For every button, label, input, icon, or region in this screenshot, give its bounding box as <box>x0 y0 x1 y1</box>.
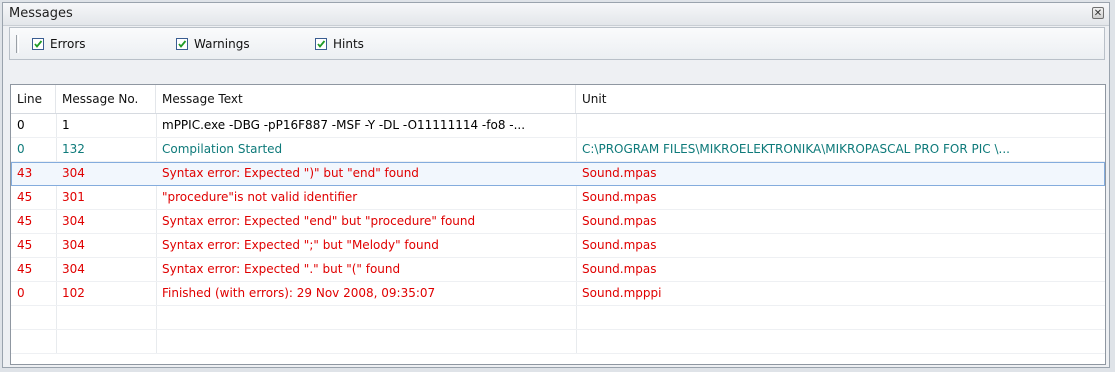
row-line: 43 <box>17 166 33 180</box>
row-message-text: Syntax error: Expected ")" but "end" fou… <box>162 166 419 180</box>
row-message-text: Syntax error: Expected ";" but "Melody" … <box>162 238 439 252</box>
row-unit: Sound.mpas <box>582 214 657 228</box>
table-row[interactable]: 45 304 Syntax error: Expected ";" but "Mel… <box>11 234 1105 258</box>
table-row[interactable]: 45 304 Syntax error: Expected "." but "(" … <box>11 258 1105 282</box>
column-header-message-no[interactable]: Message No. <box>56 85 156 113</box>
row-line: 0 <box>17 142 25 156</box>
column-header-unit[interactable]: Unit <box>576 85 1105 113</box>
errors-label: Errors <box>50 37 86 51</box>
empty-row <box>11 306 1105 330</box>
checkbox-checked-icon <box>32 38 44 50</box>
close-icon[interactable]: ✕ <box>1092 7 1104 19</box>
row-line: 45 <box>17 214 33 228</box>
row-line: 45 <box>17 238 33 252</box>
row-line: 45 <box>17 262 33 276</box>
row-message-no: 304 <box>62 166 85 180</box>
row-message-text: Syntax error: Expected "." but "(" found <box>162 262 401 276</box>
row-message-text: Syntax error: Expected "end" but "proced… <box>162 214 476 228</box>
grid-rows: 0 1 mPPIC.exe -DBG -pP16F887 -MSF -Y -DL -… <box>11 114 1105 354</box>
column-header-message-text[interactable]: Message Text <box>156 85 576 113</box>
row-message-text: mPPIC.exe -DBG -pP16F887 -MSF -Y -DL -O1… <box>162 118 526 132</box>
row-unit: Sound.mpppi <box>582 286 662 300</box>
hints-checkbox[interactable]: Hints <box>315 35 364 53</box>
table-row[interactable]: 45 304 Syntax error: Expected "end" but "p… <box>11 210 1105 234</box>
messages-grid: Line Message No. Message Text Unit 0 1 mPP… <box>10 84 1106 365</box>
table-row[interactable]: 45 301 "procedure"is not valid identifier S… <box>11 186 1105 210</box>
toolbar-grip[interactable] <box>16 35 19 53</box>
panel-title: Messages <box>9 6 73 21</box>
hints-label: Hints <box>333 37 364 51</box>
row-message-no: 132 <box>62 142 85 156</box>
warnings-label: Warnings <box>194 37 250 51</box>
row-message-text: Compilation Started <box>162 142 283 156</box>
row-line: 0 <box>17 286 25 300</box>
row-message-no: 304 <box>62 262 85 276</box>
row-message-no: 304 <box>62 214 85 228</box>
grid-header: Line Message No. Message Text Unit <box>11 85 1105 114</box>
row-line: 45 <box>17 190 33 204</box>
row-message-no: 1 <box>62 118 70 132</box>
messages-panel: Messages ✕ Errors Warnings Hints Line Me <box>2 2 1110 368</box>
row-unit: Sound.mpas <box>582 238 657 252</box>
row-unit <box>576 114 1105 137</box>
checkbox-checked-icon <box>176 38 188 50</box>
row-message-text: "procedure"is not valid identifier <box>162 190 358 204</box>
row-message-text: Finished (with errors): 29 Nov 2008, 09:… <box>162 286 436 300</box>
warnings-checkbox[interactable]: Warnings <box>176 35 250 53</box>
row-message-no: 304 <box>62 238 85 252</box>
row-unit: C:\PROGRAM FILES\MIKROELEKTRONIKA\MIKROP… <box>582 142 1010 156</box>
row-message-no: 102 <box>62 286 85 300</box>
table-row[interactable]: 0 1 mPPIC.exe -DBG -pP16F887 -MSF -Y -DL -… <box>11 114 1105 138</box>
checkbox-checked-icon <box>315 38 327 50</box>
table-row[interactable]: 0 102 Finished (with errors): 29 Nov 2008,… <box>11 282 1105 306</box>
panel-titlebar: Messages ✕ <box>3 3 1109 26</box>
empty-row <box>11 330 1105 354</box>
table-row[interactable]: 0 132 Compilation Started C:\PROGRAM FILES\… <box>11 138 1105 162</box>
filter-toolbar: Errors Warnings Hints <box>9 27 1105 60</box>
row-line: 0 <box>17 118 25 132</box>
row-unit: Sound.mpas <box>582 262 657 276</box>
row-unit: Sound.mpas <box>582 166 657 180</box>
table-row[interactable]: 43 304 Syntax error: Expected ")" but "end… <box>11 162 1105 186</box>
errors-checkbox[interactable]: Errors <box>32 35 86 53</box>
column-header-line[interactable]: Line <box>11 85 56 113</box>
row-unit: Sound.mpas <box>582 190 657 204</box>
row-message-no: 301 <box>62 190 85 204</box>
